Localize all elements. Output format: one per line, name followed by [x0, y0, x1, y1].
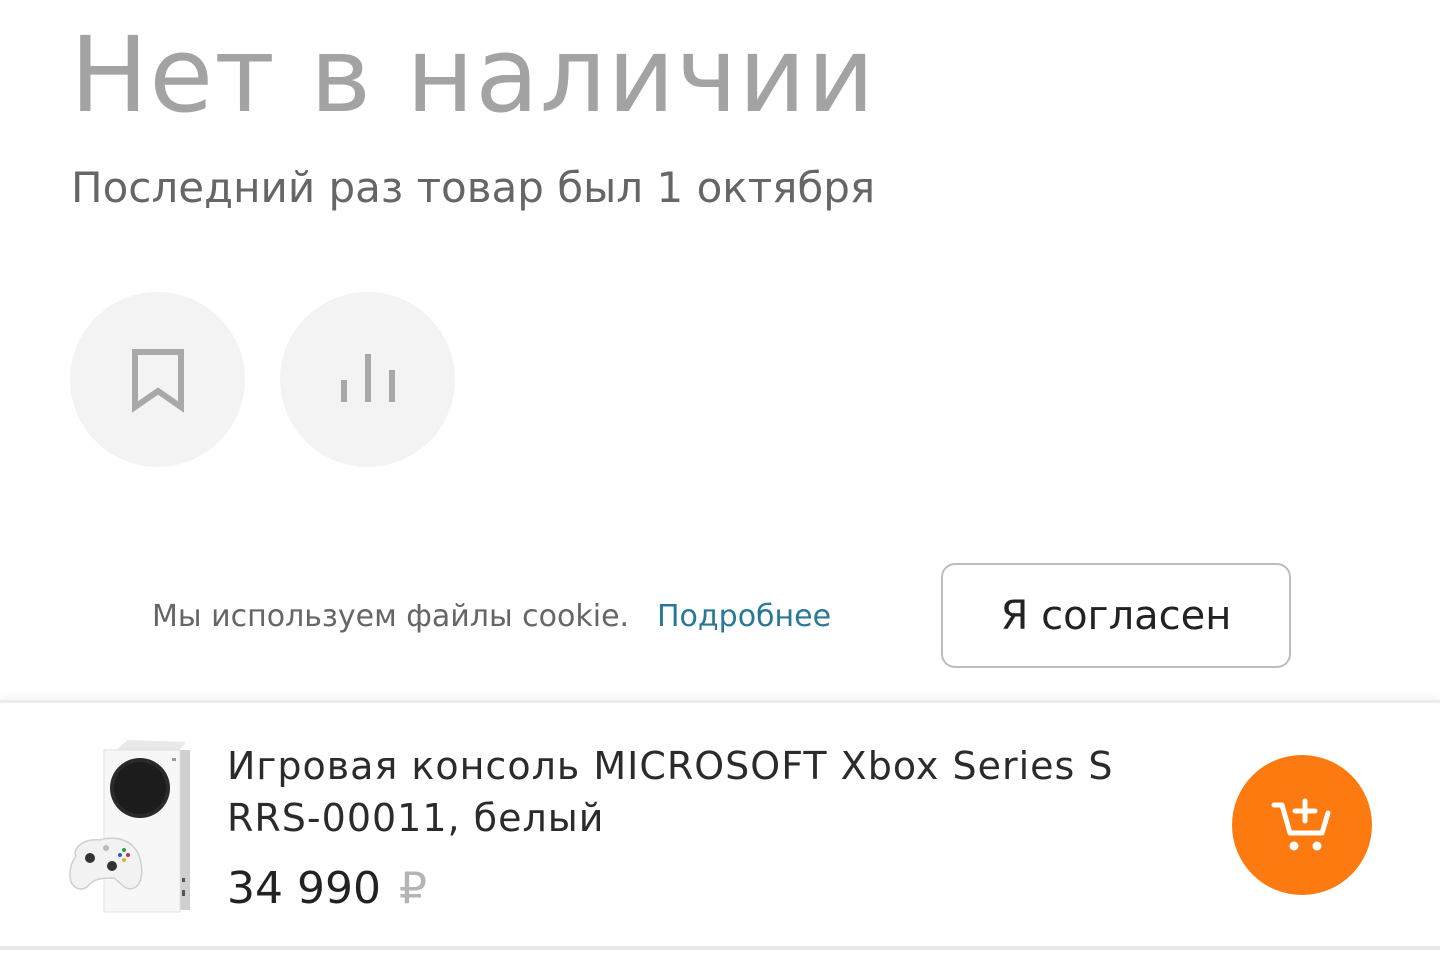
favorite-button[interactable]: [70, 292, 245, 467]
last-seen-text: Последний раз товар был 1 октября: [71, 163, 876, 212]
cookie-agree-button[interactable]: Я согласен: [941, 563, 1291, 668]
bar-chart-icon: [340, 353, 395, 402]
cookie-more-link[interactable]: Подробнее: [657, 597, 831, 637]
product-price: 34 990 ₽: [227, 860, 427, 918]
bookmark-icon: [131, 348, 184, 413]
cookie-notice-text: Мы используем файлы cookie.: [152, 599, 630, 634]
price-value: 34 990: [227, 863, 381, 914]
currency-symbol: ₽: [398, 863, 427, 914]
compare-button[interactable]: [280, 292, 455, 467]
add-to-cart-icon: [1271, 798, 1331, 851]
availability-title: Нет в наличии: [70, 14, 876, 136]
add-to-cart-button[interactable]: [1232, 755, 1372, 895]
product-name[interactable]: Игровая консоль MICROSOFT Xbox Series S …: [227, 740, 1187, 844]
xbox-console-image: [69, 740, 190, 913]
divider: [0, 946, 1440, 950]
product-image[interactable]: [68, 738, 193, 916]
